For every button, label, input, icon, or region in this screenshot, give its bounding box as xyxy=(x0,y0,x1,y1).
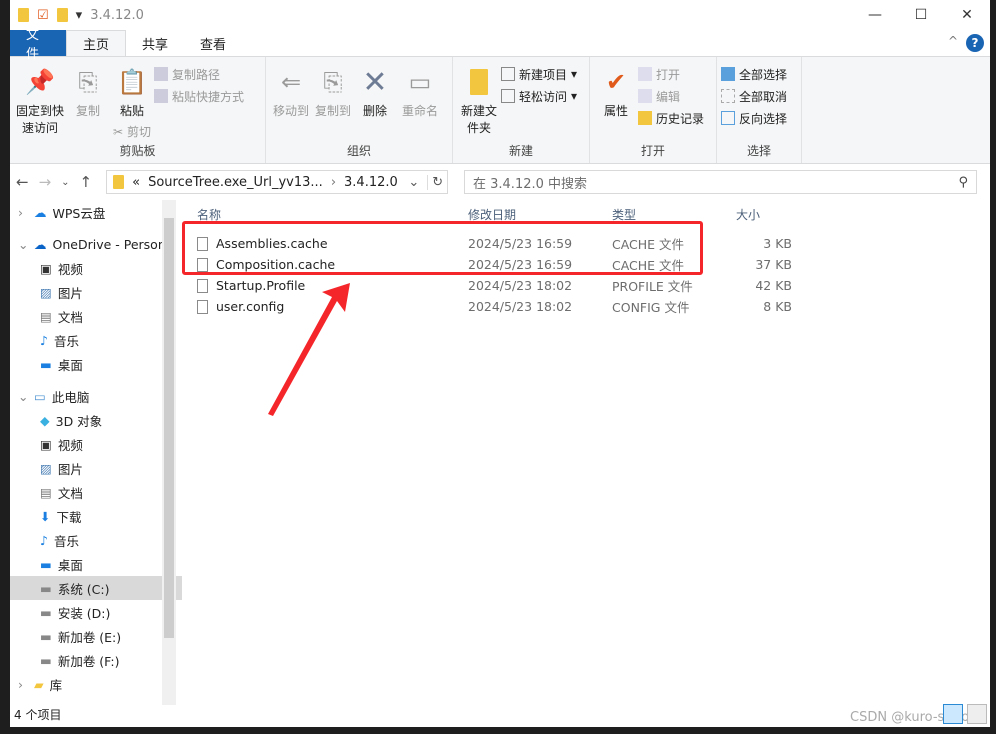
annotation-arrow xyxy=(268,283,350,416)
details-view-icon[interactable] xyxy=(943,704,963,724)
large-icons-view-icon[interactable] xyxy=(967,704,987,724)
status-item-count: 4 个项目 xyxy=(14,708,62,722)
